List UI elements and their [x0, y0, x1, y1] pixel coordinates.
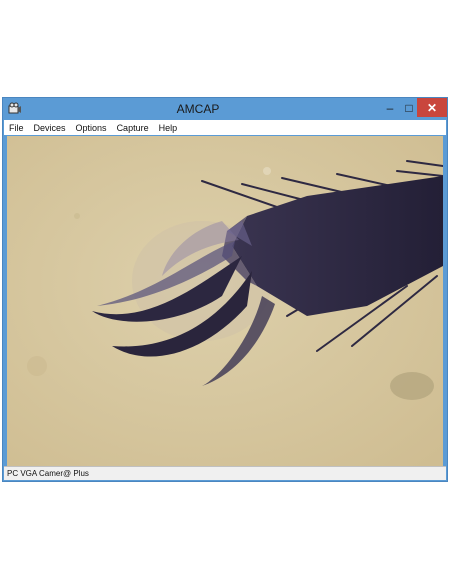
microscope-claw-image	[7, 136, 443, 466]
status-bar: PC VGA Camer@ Plus	[4, 466, 446, 480]
window-title: AMCAP	[176, 102, 220, 116]
camera-preview	[7, 136, 443, 466]
menu-devices[interactable]: Devices	[29, 123, 71, 133]
title-bar[interactable]: AMCAP – □ ✕	[3, 98, 447, 120]
status-device-name: PC VGA Camer@ Plus	[7, 469, 89, 478]
amcap-window: AMCAP – □ ✕ File Devices Options Capture…	[2, 97, 448, 482]
menu-help[interactable]: Help	[154, 123, 183, 133]
menu-capture[interactable]: Capture	[112, 123, 154, 133]
minimize-button[interactable]: –	[379, 98, 401, 117]
menu-file[interactable]: File	[4, 123, 29, 133]
menu-options[interactable]: Options	[71, 123, 112, 133]
maximize-button[interactable]: □	[401, 98, 417, 117]
close-button[interactable]: ✕	[417, 98, 447, 117]
menu-bar: File Devices Options Capture Help	[4, 120, 446, 135]
